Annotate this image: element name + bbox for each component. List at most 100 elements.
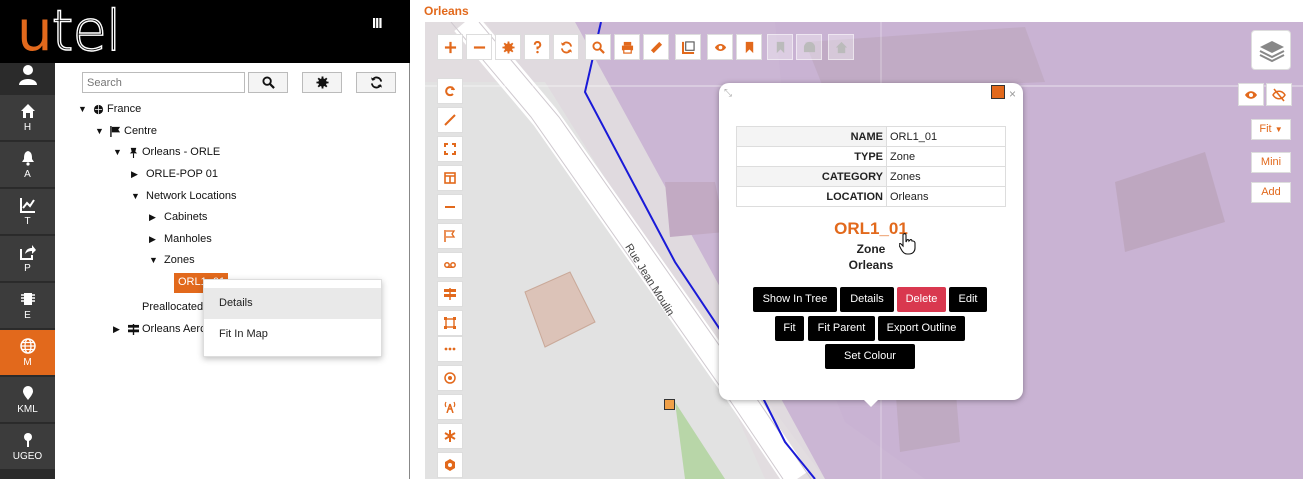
close-icon[interactable]: × (1009, 87, 1016, 101)
polygon-icon (444, 317, 456, 329)
edit-button[interactable]: Edit (949, 287, 987, 312)
expand-icon (444, 143, 456, 155)
flag-icon (110, 125, 121, 137)
visibility-button[interactable] (707, 34, 733, 60)
target-tool-button[interactable] (437, 365, 463, 391)
tree-node-network-locations[interactable]: ▼ Network Locations (131, 190, 237, 202)
tree-node-orleans-aero[interactable]: ▶ Orleans Aerc (113, 323, 206, 335)
nav-map[interactable]: M (0, 330, 55, 376)
antenna-tool-button[interactable] (437, 394, 463, 420)
fit-button[interactable]: Fit (775, 316, 804, 341)
move-icon[interactable] (991, 85, 1005, 99)
measure-button[interactable] (643, 34, 669, 60)
search-input[interactable] (82, 72, 245, 93)
remove-button[interactable] (437, 194, 463, 220)
tree-node-centre[interactable]: ▼ Centre (95, 125, 157, 137)
pushpin-icon (129, 147, 138, 158)
map-refresh-button[interactable] (553, 34, 579, 60)
export-outline-button[interactable]: Export Outline (878, 316, 965, 341)
cassette-tool-button[interactable] (437, 252, 463, 278)
tunnel-button[interactable] (796, 34, 822, 60)
fullscreen-button[interactable] (437, 136, 463, 162)
expand-down-icon[interactable]: ▼ (78, 104, 90, 114)
nav-kml[interactable]: KML (0, 377, 55, 423)
bookmark-disabled-button[interactable] (767, 34, 793, 60)
expand-right-icon[interactable]: ▶ (149, 234, 161, 245)
context-menu-fit-in-map[interactable]: Fit In Map (204, 319, 381, 350)
expand-down-icon[interactable]: ▼ (149, 255, 161, 265)
flag-tool-button[interactable] (437, 223, 463, 249)
brand-bar: utel III (0, 0, 410, 63)
fit-parent-button[interactable]: Fit Parent (808, 316, 875, 341)
tree-node-manholes[interactable]: ▶ Manholes (149, 233, 212, 245)
globe-icon (93, 104, 104, 114)
area-button[interactable] (675, 34, 701, 60)
rotate-button[interactable] (437, 78, 463, 104)
show-layer-button[interactable] (1238, 83, 1264, 106)
nav-trends[interactable]: T (0, 189, 55, 235)
user-icon[interactable] (17, 64, 39, 86)
search-button[interactable] (248, 72, 288, 93)
settings-button[interactable] (302, 72, 342, 93)
tree-node-pop[interactable]: ▶ ORLE-POP 01 (131, 168, 218, 180)
line-tool-button[interactable] (437, 107, 463, 133)
zoom-in-button[interactable] (437, 34, 463, 60)
resize-icon[interactable]: ⤡ (724, 88, 732, 99)
add-button[interactable]: Add (1251, 182, 1291, 203)
print-button[interactable] (614, 34, 640, 60)
expand-right-icon[interactable]: ▶ (131, 169, 143, 180)
table-icon (444, 172, 456, 184)
plus-icon (444, 41, 456, 54)
nav-label: M (23, 357, 32, 368)
expand-right-icon[interactable]: ▶ (113, 324, 125, 335)
more-tools-button[interactable] (437, 336, 463, 362)
help-button[interactable] (524, 34, 550, 60)
mini-button[interactable]: Mini (1251, 152, 1291, 173)
map-marker[interactable] (664, 399, 675, 410)
tree-node-label: France (107, 103, 142, 115)
delete-button[interactable]: Delete (897, 287, 946, 312)
zoom-out-button[interactable] (466, 34, 492, 60)
expand-down-icon[interactable]: ▼ (95, 126, 107, 136)
tree-node-zones[interactable]: ▼ Zones (149, 254, 195, 266)
show-in-tree-button[interactable]: Show In Tree (753, 287, 837, 312)
signpost-tool-button[interactable] (437, 281, 463, 307)
fit-dropdown[interactable]: Fit ▼ (1251, 119, 1291, 140)
map-settings-button[interactable] (495, 34, 521, 60)
nav-p[interactable]: P (0, 236, 55, 282)
nav-equipment[interactable]: E (0, 283, 55, 329)
menu-toggle-button[interactable]: III (372, 15, 382, 32)
refresh-button[interactable] (356, 72, 396, 93)
flag-icon (444, 230, 456, 242)
refresh-icon (370, 76, 382, 89)
tree-node-france[interactable]: ▼ France (78, 103, 141, 115)
feature-name-link[interactable]: ORL1_01 (719, 219, 1023, 239)
tree-node-preallocated[interactable]: Preallocated (142, 301, 203, 313)
home-view-button[interactable] (828, 34, 854, 60)
nav-ugeo[interactable]: UGEO (0, 424, 55, 470)
polygon-tool-button[interactable] (437, 310, 463, 336)
details-button[interactable]: Details (840, 287, 894, 312)
bookmark-button[interactable] (736, 34, 762, 60)
line-icon (444, 114, 456, 126)
hide-layer-button[interactable] (1266, 83, 1292, 106)
map-canvas[interactable]: Rue Jean Moulin Fit ▼ Mini Add ⤡ × NAME O… (425, 22, 1303, 479)
antenna-icon (444, 401, 456, 413)
property-key: NAME (736, 126, 887, 147)
layers-button[interactable] (1251, 30, 1291, 70)
context-menu-details[interactable]: Details (204, 288, 381, 319)
nav-home[interactable]: H (0, 95, 55, 141)
tree-node-orleans[interactable]: ▼ Orleans - ORLE (113, 146, 220, 158)
expand-down-icon[interactable]: ▼ (113, 147, 125, 157)
asterisk-tool-button[interactable] (437, 423, 463, 449)
table-button[interactable] (437, 165, 463, 191)
nav-label: E (24, 310, 31, 321)
expand-down-icon[interactable]: ▼ (131, 191, 143, 201)
hexagon-tool-button[interactable] (437, 452, 463, 478)
map-search-button[interactable] (585, 34, 611, 60)
set-colour-button[interactable]: Set Colour (825, 344, 915, 369)
eye-icon (1245, 91, 1257, 99)
expand-right-icon[interactable]: ▶ (149, 212, 161, 223)
nav-alarms[interactable]: A (0, 142, 55, 188)
tree-node-cabinets[interactable]: ▶ Cabinets (149, 211, 207, 223)
